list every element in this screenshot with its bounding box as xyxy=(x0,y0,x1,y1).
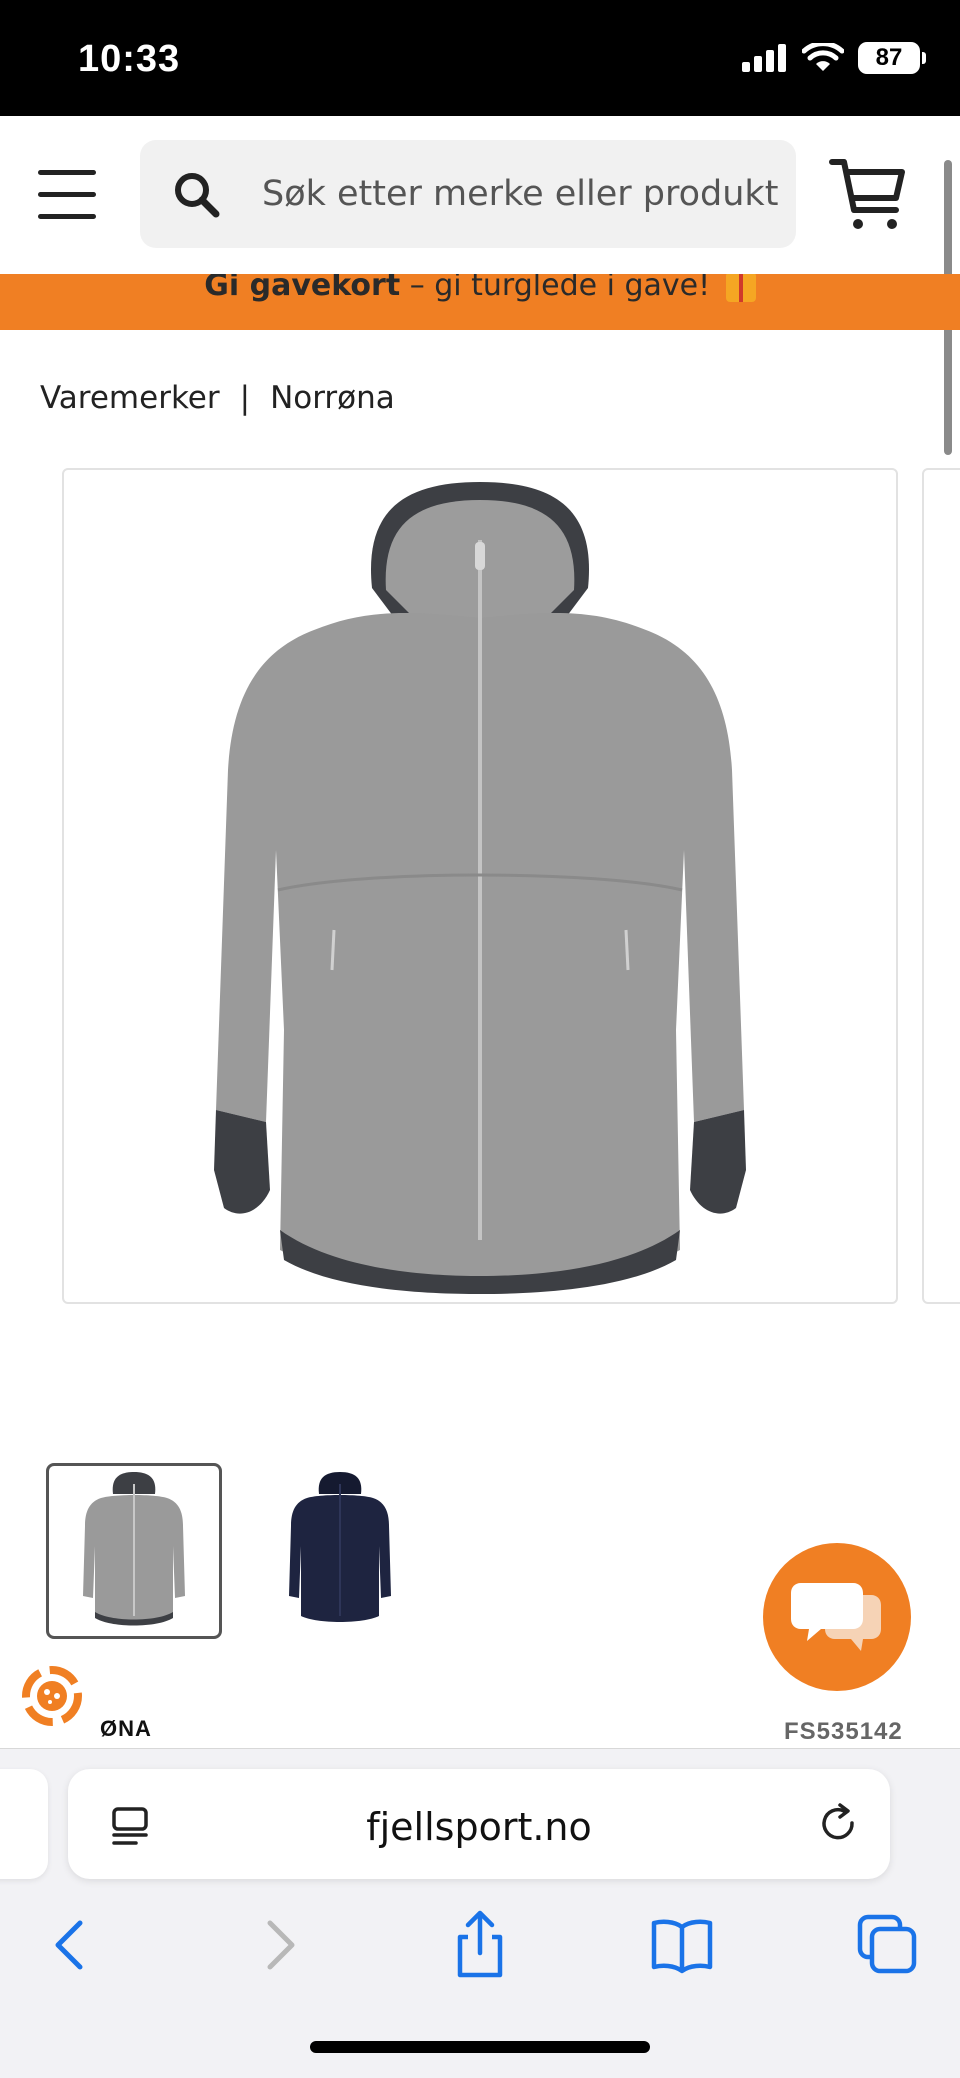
breadcrumb-item-brand[interactable]: Norrøna xyxy=(270,380,395,416)
battery-indicator: 87 xyxy=(858,42,926,74)
hamburger-icon xyxy=(38,170,96,175)
main-product-image[interactable] xyxy=(62,468,898,1304)
previous-tab-peek[interactable] xyxy=(0,1769,48,1879)
site-header xyxy=(0,116,960,274)
status-icons: 87 xyxy=(742,42,926,74)
tabs-icon[interactable] xyxy=(852,1909,924,1981)
address-url: fjellsport.no xyxy=(366,1805,592,1849)
status-time: 10:33 xyxy=(78,38,181,80)
product-sku: FS535142 xyxy=(784,1718,903,1745)
navy-wool-hoodie-jacket-thumbnail xyxy=(289,1472,391,1622)
hamburger-icon-bar xyxy=(38,192,96,197)
reload-icon[interactable] xyxy=(816,1801,862,1847)
breadcrumb-separator: | xyxy=(239,380,251,416)
promo-text: Gi gavekort – gi turglede i gave! xyxy=(204,274,756,303)
search-box[interactable] xyxy=(140,140,796,248)
home-indicator[interactable] xyxy=(310,2041,650,2053)
hamburger-icon-bar xyxy=(38,214,96,219)
thumbnail-navy[interactable] xyxy=(252,1463,428,1639)
breadcrumb-item-varemerker[interactable]: Varemerker xyxy=(40,380,220,416)
menu-button[interactable] xyxy=(38,170,100,220)
cart-icon[interactable] xyxy=(828,154,908,234)
breadcrumb: Varemerker | Norrøna xyxy=(40,380,395,416)
promo-banner[interactable]: Gi gavekort – gi turglede i gave! xyxy=(0,274,960,330)
search-input[interactable] xyxy=(262,140,796,248)
chat-button[interactable] xyxy=(763,1543,911,1691)
grey-wool-hoodie-jacket-thumbnail xyxy=(83,1472,185,1626)
status-bar: 10:33 87 xyxy=(0,0,960,116)
share-icon[interactable] xyxy=(444,1909,516,1981)
chat-bubbles-icon xyxy=(791,1583,881,1651)
bookmarks-icon[interactable] xyxy=(646,1909,718,1981)
gift-icon xyxy=(725,274,756,302)
wifi-icon xyxy=(802,43,844,71)
cellular-signal-icon xyxy=(742,44,786,72)
back-icon[interactable] xyxy=(36,1909,108,1981)
next-product-image-peek[interactable] xyxy=(922,468,960,1304)
thumbnail-grey[interactable] xyxy=(46,1463,222,1639)
forward-icon[interactable] xyxy=(242,1909,314,1981)
address-bar[interactable]: fjellsport.no xyxy=(68,1769,890,1879)
safari-bottom-bar: fjellsport.no xyxy=(0,1748,960,2078)
promo-strong-text: Gi gavekort xyxy=(204,274,401,303)
rewards-widget-icon[interactable] xyxy=(16,1660,88,1732)
search-icon xyxy=(175,173,220,218)
grey-wool-hoodie-jacket-image xyxy=(214,482,746,1294)
promo-rest-text: – gi turglede i gave! xyxy=(400,274,720,303)
brand-logo: ØNA xyxy=(100,1716,152,1741)
